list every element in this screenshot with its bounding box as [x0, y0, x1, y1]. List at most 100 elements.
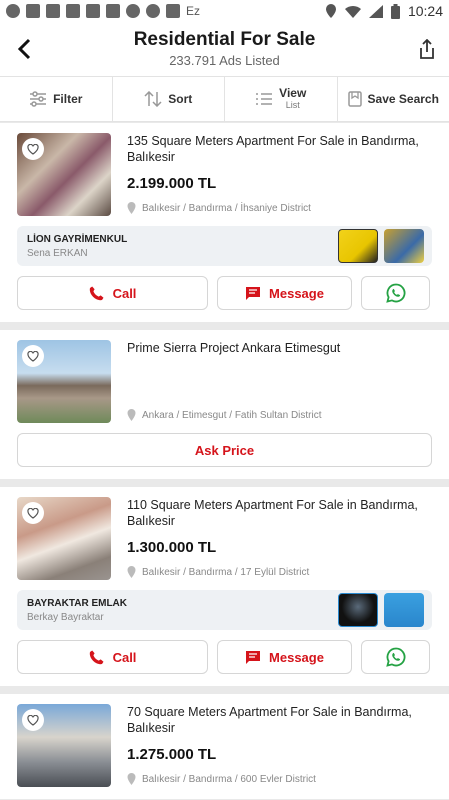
- filter-label: Filter: [53, 92, 83, 106]
- notification-icons: Ez: [6, 4, 200, 18]
- listing-photo[interactable]: [17, 133, 111, 216]
- phone-icon: [89, 286, 104, 301]
- location-pin-icon: [127, 773, 136, 785]
- status-bar: Ez 10:24: [0, 0, 449, 22]
- back-arrow-icon: [17, 38, 31, 60]
- share-button[interactable]: [415, 37, 439, 61]
- view-text: View List: [279, 87, 306, 110]
- agency-text: LİON GAYRİMENKUL Sena ERKAN: [27, 234, 332, 259]
- favorite-button[interactable]: [22, 138, 44, 160]
- view-button[interactable]: View List: [225, 77, 338, 121]
- listing-info: 110 Square Meters Apartment For Sale in …: [127, 497, 432, 580]
- chat-icon: [246, 286, 261, 300]
- location-text: Balıkesir / Bandırma / İhsaniye District: [142, 202, 311, 214]
- notification-icon: [106, 4, 120, 18]
- filter-icon: [30, 91, 47, 107]
- location-text: Balıkesir / Bandırma / 17 Eylül District: [142, 566, 310, 578]
- agent-name: Sena ERKAN: [27, 247, 88, 259]
- header-titles: Residential For Sale 233.791 Ads Listed: [0, 29, 449, 68]
- agency-banner[interactable]: LİON GAYRİMENKUL Sena ERKAN: [17, 226, 432, 266]
- system-icons: 10:24: [325, 3, 443, 19]
- view-label: View: [279, 86, 307, 101]
- listing-summary: 110 Square Meters Apartment For Sale in …: [17, 497, 432, 580]
- notification-icon: [146, 4, 160, 18]
- message-label: Message: [269, 285, 324, 301]
- view-mode: List: [285, 99, 300, 110]
- listing-photo[interactable]: [17, 340, 111, 423]
- listing-summary: 135 Square Meters Apartment For Sale in …: [17, 133, 432, 216]
- agency-text: BAYRAKTAR EMLAK Berkay Bayraktar: [27, 598, 332, 623]
- favorite-button[interactable]: [22, 709, 44, 731]
- location-text: Ankara / Etimesgut / Fatih Sultan Distri…: [142, 409, 322, 421]
- contact-actions: Call Message: [17, 640, 432, 674]
- message-button[interactable]: Message: [217, 640, 352, 674]
- phone-icon: [89, 650, 104, 665]
- listing-location: Balıkesir / Bandırma / 600 Evler Distric…: [127, 773, 432, 785]
- listing-title[interactable]: 110 Square Meters Apartment For Sale in …: [127, 497, 432, 529]
- whatsapp-button[interactable]: [361, 276, 430, 310]
- heart-icon: [27, 350, 39, 362]
- ask-price-label: Ask Price: [194, 442, 255, 458]
- listing-location: Balıkesir / Bandırma / 17 Eylül District: [127, 566, 432, 578]
- call-button[interactable]: Call: [17, 640, 208, 674]
- filter-toolbar: Filter Sort View List Save Search: [0, 76, 449, 122]
- signal-icon: [368, 4, 383, 18]
- listing-title[interactable]: 70 Square Meters Apartment For Sale in B…: [127, 704, 432, 736]
- listing-location: Balıkesir / Bandırma / İhsaniye District: [127, 202, 432, 214]
- save-search-button[interactable]: Save Search: [338, 77, 449, 121]
- agency-logo-alt: [384, 593, 424, 627]
- listing-summary: 70 Square Meters Apartment For Sale in B…: [17, 704, 432, 787]
- agency-logo: [338, 593, 378, 627]
- whatsapp-icon: [385, 647, 405, 667]
- notification-text: Ez: [186, 4, 201, 18]
- listing-title[interactable]: Prime Sierra Project Ankara Etimesgut: [127, 340, 432, 356]
- notification-icon: [166, 4, 180, 18]
- sort-button[interactable]: Sort: [113, 77, 225, 121]
- notification-icon: [86, 4, 100, 18]
- back-button[interactable]: [0, 22, 48, 76]
- app-bar: Residential For Sale 233.791 Ads Listed: [0, 22, 449, 76]
- location-pin-icon: [127, 202, 136, 214]
- agent-name: Berkay Bayraktar: [27, 611, 104, 623]
- call-button[interactable]: Call: [17, 276, 208, 310]
- ask-price-button[interactable]: Ask Price: [17, 433, 432, 467]
- listing-title[interactable]: 135 Square Meters Apartment For Sale in …: [127, 133, 432, 165]
- notification-icon: [6, 4, 20, 18]
- listing-card[interactable]: 135 Square Meters Apartment For Sale in …: [0, 123, 449, 322]
- location-text: Balıkesir / Bandırma / 600 Evler Distric…: [142, 773, 316, 785]
- whatsapp-button[interactable]: [361, 640, 430, 674]
- status-time: 10:24: [407, 3, 443, 19]
- heart-icon: [27, 507, 39, 519]
- listing-photo[interactable]: [17, 704, 111, 787]
- location-icon: [325, 4, 336, 18]
- listing-price: 1.300.000 TL: [127, 539, 217, 556]
- location-pin-icon: [127, 409, 136, 421]
- ads-count: 233.791 Ads Listed: [169, 53, 280, 68]
- filter-button[interactable]: Filter: [0, 77, 113, 121]
- chat-icon: [246, 650, 261, 664]
- notification-icon: [46, 4, 60, 18]
- favorite-button[interactable]: [22, 345, 44, 367]
- share-icon: [420, 39, 434, 59]
- listing-card[interactable]: Prime Sierra Project Ankara Etimesgut An…: [0, 330, 449, 479]
- listing-photo[interactable]: [17, 497, 111, 580]
- page-title: Residential For Sale: [133, 29, 316, 50]
- message-button[interactable]: Message: [217, 276, 352, 310]
- listing-card[interactable]: 110 Square Meters Apartment For Sale in …: [0, 487, 449, 686]
- heart-icon: [27, 714, 39, 726]
- sort-label: Sort: [168, 92, 193, 106]
- listing-summary: Prime Sierra Project Ankara Etimesgut An…: [17, 340, 432, 423]
- wifi-icon: [344, 5, 361, 18]
- favorite-button[interactable]: [22, 502, 44, 524]
- agency-banner[interactable]: BAYRAKTAR EMLAK Berkay Bayraktar: [17, 590, 432, 630]
- save-search-icon: [347, 91, 362, 107]
- list-view-icon: [256, 93, 273, 105]
- listing-card[interactable]: 70 Square Meters Apartment For Sale in B…: [0, 694, 449, 799]
- listing-feed: 135 Square Meters Apartment For Sale in …: [0, 123, 449, 800]
- listing-price: 2.199.000 TL: [127, 175, 217, 192]
- agent-photo: [384, 229, 424, 263]
- save-search-label: Save Search: [367, 92, 439, 106]
- sort-icon: [144, 91, 162, 107]
- heart-icon: [27, 143, 39, 155]
- agency-logo: [338, 229, 378, 263]
